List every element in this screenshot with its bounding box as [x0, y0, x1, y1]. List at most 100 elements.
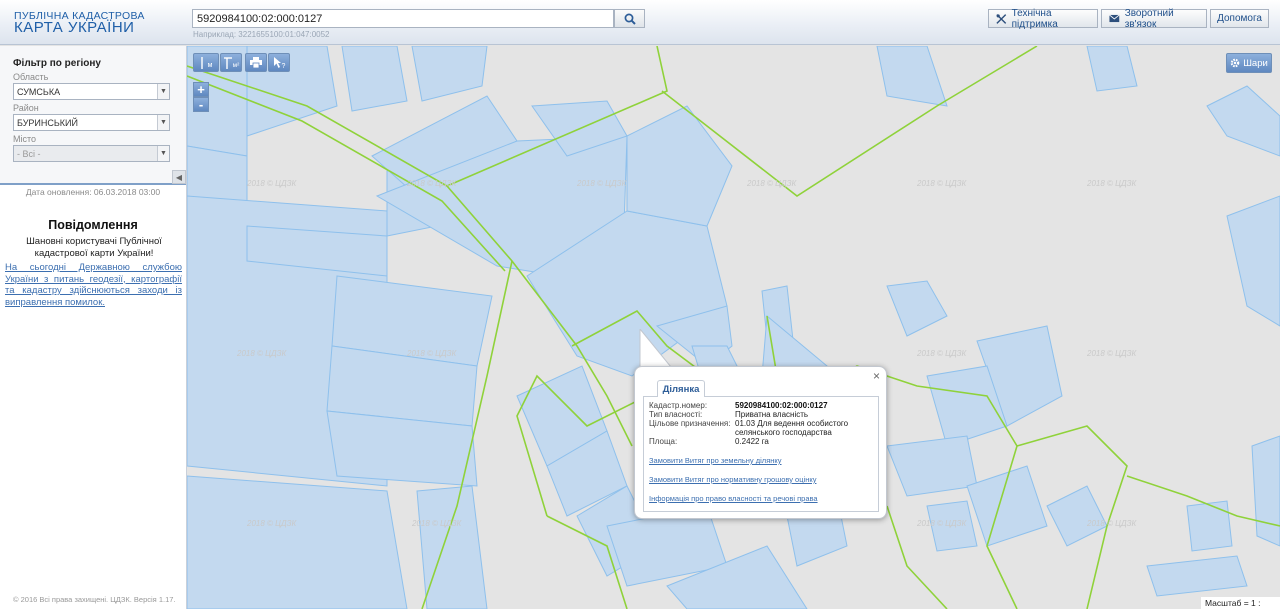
printer-icon: [250, 57, 262, 68]
chevron-down-icon: ▼: [157, 146, 169, 161]
gear-icon: [1230, 58, 1240, 68]
order-valuation-link[interactable]: Замовити Витяг про нормативну грошову оц…: [649, 475, 878, 484]
search-hint: Наприклад: 3221655100:01:047:0052: [193, 30, 330, 39]
collapse-sidebar-button[interactable]: ◀: [172, 170, 186, 184]
parcel: [1251, 435, 1280, 547]
envelope-icon: [1109, 14, 1120, 23]
update-date: Дата оновлення: 06.03.2018 03:00: [25, 187, 161, 197]
region-label: Область: [13, 72, 49, 82]
parcel: [1226, 195, 1280, 327]
tab-parcel[interactable]: Ділянка: [657, 380, 705, 397]
watermark: 2018 © ЦДЗК: [917, 179, 967, 188]
parcel: [1086, 46, 1138, 92]
parcel: [626, 105, 733, 227]
watermark: 2018 © ЦДЗК: [1087, 349, 1137, 358]
parcel: [1146, 555, 1248, 597]
parcel-info-popup: × Ділянка Кадастр.номер: 5920984100:02:0…: [634, 366, 887, 519]
chevron-down-icon: ▼: [157, 84, 169, 99]
message-title: Повідомлення: [48, 218, 138, 232]
parcel-info-body: Кадастр.номер: 5920984100:02:000:0127 Ти…: [643, 396, 879, 512]
site-logo[interactable]: ПУБЛІЧНА КАДАСТРОВА КАРТА УКРАЇНИ: [14, 10, 145, 36]
info-key: Площа:: [649, 437, 678, 446]
measure-area-button[interactable]: м²: [220, 53, 242, 72]
watermark: 2018 © ЦДЗК: [407, 349, 457, 358]
print-button[interactable]: [245, 53, 267, 72]
watermark: 2018 © ЦДЗК: [412, 519, 462, 528]
message-greeting: Шановні користувачі Публічної кадастрово…: [26, 236, 162, 259]
map-scale: Масштаб = 1 : 9531: [1201, 597, 1280, 609]
city-value: - Всі -: [17, 148, 41, 159]
info-row-purpose: Цільове призначення: 01.03 Для ведення о…: [649, 419, 878, 437]
district-label: Район: [13, 103, 39, 113]
parcel: [886, 435, 978, 497]
svg-text:?: ?: [281, 63, 285, 69]
search-button[interactable]: [614, 9, 645, 28]
layers-label: Шари: [1243, 57, 1268, 69]
parcel: [341, 46, 408, 112]
info-row-area: Площа: 0.2422 га: [649, 437, 878, 446]
watermark: 2018 © ЦДЗК: [1087, 519, 1137, 528]
city-label: Місто: [13, 134, 37, 144]
chevron-left-icon: ◀: [175, 172, 183, 182]
watermark: 2018 © ЦДЗК: [577, 179, 627, 188]
parcel-area: 0.2422 га: [735, 437, 769, 446]
parcel: [1206, 85, 1280, 157]
cadastral-search-input[interactable]: [192, 9, 614, 28]
chevron-down-icon: ▼: [157, 115, 169, 130]
sidebar: Фільтр по регіону Область СУМСЬКА ▼ Райо…: [0, 46, 187, 609]
info-row-ownership: Тип власності: Приватна власність: [649, 410, 878, 419]
header: ПУБЛІЧНА КАДАСТРОВА КАРТА УКРАЇНИ Наприк…: [0, 0, 1280, 45]
measure-m2-label: м²: [232, 62, 240, 69]
identify-button[interactable]: ?: [268, 53, 290, 72]
help-label: Допомога: [1217, 13, 1262, 24]
tech-support-label: Технічна підтримка: [1011, 7, 1058, 30]
feedback-button[interactable]: Зворотний зв'язок: [1101, 7, 1207, 30]
parcel: [1186, 500, 1233, 552]
land-purpose: 01.03 Для ведення особистого селянського…: [735, 419, 849, 437]
measure-m-label: м: [207, 62, 213, 69]
district-select[interactable]: БУРИНСЬКИЙ ▼: [13, 114, 170, 131]
watermark: 2018 © ЦДЗК: [247, 519, 297, 528]
watermark: 2018 © ЦДЗК: [747, 179, 797, 188]
cadastral-number: 5920984100:02:000:0127: [735, 401, 828, 410]
layers-button[interactable]: Шари: [1226, 53, 1272, 73]
ownership-info-link[interactable]: Інформація про право власності та речові…: [649, 494, 878, 503]
logo-line-2: КАРТА УКРАЇНИ: [14, 19, 135, 36]
region-value: СУМСЬКА: [17, 86, 61, 97]
zoom-in-button[interactable]: +: [193, 82, 209, 97]
info-row-cadastral: Кадастр.номер: 5920984100:02:000:0127: [649, 401, 878, 410]
region-filter: Фільтр по регіону Область СУМСЬКА ▼ Райо…: [0, 46, 186, 185]
info-key: Кадастр.номер:: [649, 401, 708, 410]
parcel: [187, 475, 408, 609]
filter-title: Фільтр по регіону: [13, 58, 101, 69]
message-link[interactable]: На сьогодні Державною службою України з …: [5, 262, 182, 308]
watermark: 2018 © ЦДЗК: [917, 349, 967, 358]
district-value: БУРИНСЬКИЙ: [17, 117, 78, 128]
close-icon[interactable]: ×: [873, 369, 880, 383]
map-canvas[interactable]: 2018 © ЦДЗК 2018 © ЦДЗК 2018 © ЦДЗК 2018…: [187, 46, 1280, 609]
watermark: 2018 © ЦДЗК: [407, 179, 457, 188]
zoom-out-button[interactable]: -: [193, 97, 209, 112]
search-icon: [624, 13, 636, 25]
help-button[interactable]: Допомога: [1210, 9, 1269, 28]
city-select[interactable]: - Всі - ▼: [13, 145, 170, 162]
ownership-type: Приватна власність: [735, 410, 809, 419]
measure-distance-button[interactable]: м: [193, 53, 219, 72]
watermark: 2018 © ЦДЗК: [1087, 179, 1137, 188]
copyright: © 2016 Всі права захищені. ЦДЗК. Версія …: [13, 595, 176, 604]
cursor-help-icon: ?: [273, 57, 285, 69]
order-extract-link[interactable]: Замовити Витяг про земельну ділянку: [649, 456, 878, 465]
parcel: [876, 46, 948, 107]
area-icon: [223, 56, 232, 69]
feedback-label: Зворотний зв'язок: [1124, 7, 1174, 30]
parcel: [411, 46, 488, 102]
tech-support-button[interactable]: Технічна підтримка: [988, 7, 1098, 30]
watermark: 2018 © ЦДЗК: [917, 519, 967, 528]
watermark: 2018 © ЦДЗК: [247, 179, 297, 188]
region-select[interactable]: СУМСЬКА ▼: [13, 83, 170, 100]
tools-icon: [996, 13, 1007, 24]
ruler-icon: [200, 56, 203, 69]
watermark: 2018 © ЦДЗК: [237, 349, 287, 358]
info-key: Тип власності:: [649, 410, 703, 419]
parcel: [886, 280, 948, 337]
